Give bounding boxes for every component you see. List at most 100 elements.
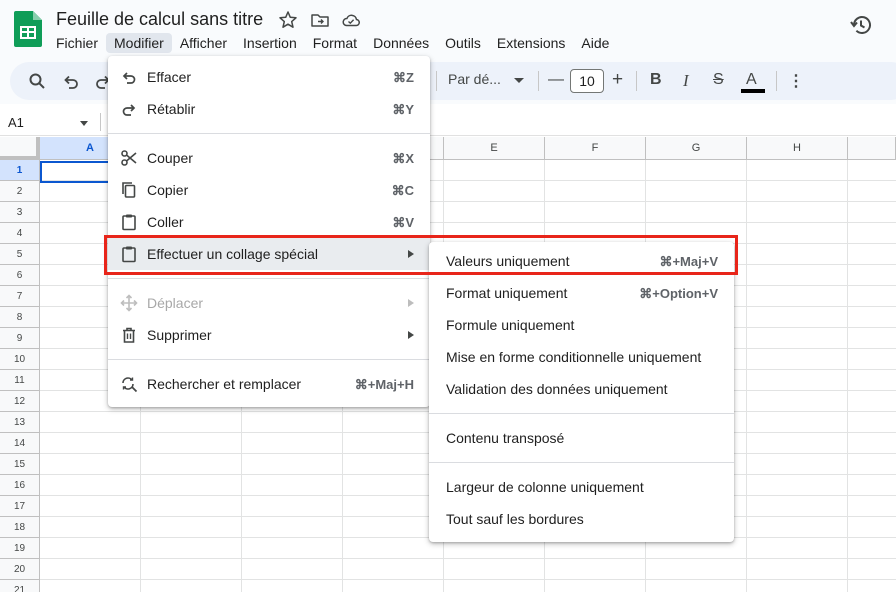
menu-item-largeur-colonne[interactable]: Largeur de colonne uniquement bbox=[429, 471, 734, 503]
menu-item-shortcut: ⌘C bbox=[391, 183, 414, 198]
submenu-arrow-icon bbox=[408, 299, 414, 307]
menu-item-coller[interactable]: Coller ⌘V bbox=[108, 206, 430, 238]
menu-item-supprimer[interactable]: Supprimer bbox=[108, 319, 430, 351]
row-header[interactable]: 17 bbox=[0, 496, 40, 517]
row-header[interactable]: 1 bbox=[0, 160, 40, 181]
text-color-button[interactable]: A bbox=[746, 71, 757, 89]
row-header[interactable]: 3 bbox=[0, 202, 40, 223]
find-replace-icon bbox=[122, 377, 138, 393]
row-header[interactable]: 16 bbox=[0, 475, 40, 496]
menu-modifier[interactable]: Modifier bbox=[106, 33, 172, 53]
version-history-icon[interactable] bbox=[848, 12, 874, 38]
menu-item-tout-sauf-bordures[interactable]: Tout sauf les bordures bbox=[429, 503, 734, 535]
row-header[interactable]: 7 bbox=[0, 286, 40, 307]
document-title[interactable]: Feuille de calcul sans titre bbox=[56, 9, 263, 30]
menu-outils[interactable]: Outils bbox=[437, 33, 489, 53]
row-header[interactable]: 20 bbox=[0, 559, 40, 580]
menu-fichier[interactable]: Fichier bbox=[48, 33, 106, 53]
menu-divider bbox=[108, 133, 430, 134]
menu-item-label: Déplacer bbox=[147, 295, 204, 311]
select-all-corner[interactable] bbox=[0, 137, 40, 160]
grid-line bbox=[847, 160, 848, 592]
menu-item-copier[interactable]: Copier ⌘C bbox=[108, 174, 430, 206]
menu-item-label: Supprimer bbox=[147, 327, 212, 343]
menu-item-label: Copier bbox=[147, 182, 189, 198]
bold-button[interactable]: B bbox=[650, 71, 662, 89]
menu-item-label: Couper bbox=[147, 150, 193, 166]
sheets-logo-icon[interactable] bbox=[14, 11, 42, 47]
row-header[interactable]: 9 bbox=[0, 328, 40, 349]
row-header[interactable]: 21 bbox=[0, 580, 40, 592]
menu-extensions[interactable]: Extensions bbox=[489, 33, 573, 53]
font-size-input[interactable]: 10 bbox=[570, 69, 604, 93]
column-header[interactable] bbox=[848, 137, 896, 160]
chevron-down-icon[interactable] bbox=[80, 121, 88, 126]
menu-item-deplacer[interactable]: Déplacer bbox=[108, 287, 430, 319]
column-header[interactable]: F bbox=[545, 137, 646, 160]
row-header[interactable]: 5 bbox=[0, 244, 40, 265]
row-header[interactable]: 6 bbox=[0, 265, 40, 286]
cloud-saved-icon[interactable] bbox=[341, 10, 361, 30]
menu-item-formule-uniquement[interactable]: Formule uniquement bbox=[429, 309, 734, 341]
menu-item-label: Rétablir bbox=[147, 101, 196, 117]
menu-divider bbox=[429, 462, 734, 463]
menu-item-shortcut: ⌘+Option+V bbox=[639, 286, 718, 301]
row-header[interactable]: 14 bbox=[0, 433, 40, 454]
font-family-select[interactable]: Par dé... bbox=[448, 71, 501, 87]
menu-donnees[interactable]: Données bbox=[365, 33, 437, 53]
row-header[interactable]: 8 bbox=[0, 307, 40, 328]
menu-item-mise-en-forme-conditionnelle[interactable]: Mise en forme conditionnelle uniquement bbox=[429, 341, 734, 373]
trash-icon bbox=[123, 327, 135, 343]
menu-item-rechercher-remplacer[interactable]: Rechercher et remplacer ⌘+Maj+H bbox=[108, 368, 430, 400]
menu-item-couper[interactable]: Couper ⌘X bbox=[108, 142, 430, 174]
toolbar-separator bbox=[776, 71, 777, 91]
highlight-annotation bbox=[104, 235, 738, 275]
row-header[interactable]: 10 bbox=[0, 349, 40, 370]
menu-item-contenu-transpose[interactable]: Contenu transposé bbox=[429, 422, 734, 454]
toolbar-separator bbox=[436, 71, 437, 91]
move-to-folder-icon[interactable] bbox=[310, 10, 330, 30]
menu-item-format-uniquement[interactable]: Format uniquement ⌘+Option+V bbox=[429, 277, 734, 309]
menu-item-label: Formule uniquement bbox=[446, 317, 575, 333]
menu-item-label: Validation des données uniquement bbox=[446, 381, 668, 397]
chevron-down-icon[interactable] bbox=[514, 78, 524, 83]
undo-icon[interactable] bbox=[62, 72, 80, 90]
submenu-arrow-icon bbox=[408, 331, 414, 339]
menu-item-label: Rechercher et remplacer bbox=[147, 376, 302, 392]
row-header[interactable]: 11 bbox=[0, 370, 40, 391]
menu-afficher[interactable]: Afficher bbox=[172, 33, 235, 53]
menu-item-label: Contenu transposé bbox=[446, 430, 565, 446]
column-header[interactable]: E bbox=[444, 137, 545, 160]
edit-menu: Effacer ⌘Z Rétablir ⌘Y Couper ⌘X Copier … bbox=[108, 56, 430, 407]
menu-insertion[interactable]: Insertion bbox=[235, 33, 305, 53]
row-header[interactable]: 12 bbox=[0, 391, 40, 412]
increase-font-size-button[interactable]: + bbox=[612, 69, 623, 91]
column-header[interactable]: H bbox=[747, 137, 848, 160]
menu-item-shortcut: ⌘X bbox=[392, 151, 414, 166]
row-header[interactable]: 2 bbox=[0, 181, 40, 202]
more-vert-icon[interactable]: ⋮ bbox=[788, 71, 804, 91]
menu-divider bbox=[108, 359, 430, 360]
redo-icon bbox=[122, 104, 136, 116]
row-header[interactable]: 15 bbox=[0, 454, 40, 475]
menu-item-effacer[interactable]: Effacer ⌘Z bbox=[108, 61, 430, 93]
row-header[interactable]: 19 bbox=[0, 538, 40, 559]
clipboard-icon bbox=[122, 214, 136, 231]
menu-aide[interactable]: Aide bbox=[573, 33, 617, 53]
menu-format[interactable]: Format bbox=[305, 33, 365, 53]
scissors-icon bbox=[121, 150, 137, 166]
row-header[interactable]: 18 bbox=[0, 517, 40, 538]
italic-button[interactable]: I bbox=[683, 71, 689, 91]
menu-item-retablir[interactable]: Rétablir ⌘Y bbox=[108, 93, 430, 125]
row-header[interactable]: 13 bbox=[0, 412, 40, 433]
strikethrough-button[interactable]: S bbox=[713, 71, 724, 89]
decrease-font-size-button[interactable]: — bbox=[548, 71, 564, 89]
row-header[interactable]: 4 bbox=[0, 223, 40, 244]
search-icon[interactable] bbox=[28, 72, 46, 90]
menu-item-label: Format uniquement bbox=[446, 285, 568, 301]
column-header[interactable]: G bbox=[646, 137, 747, 160]
menu-item-shortcut: ⌘Y bbox=[392, 102, 414, 117]
star-icon[interactable] bbox=[278, 10, 298, 30]
name-box[interactable]: A1 bbox=[8, 115, 24, 130]
menu-item-validation-donnees[interactable]: Validation des données uniquement bbox=[429, 373, 734, 405]
